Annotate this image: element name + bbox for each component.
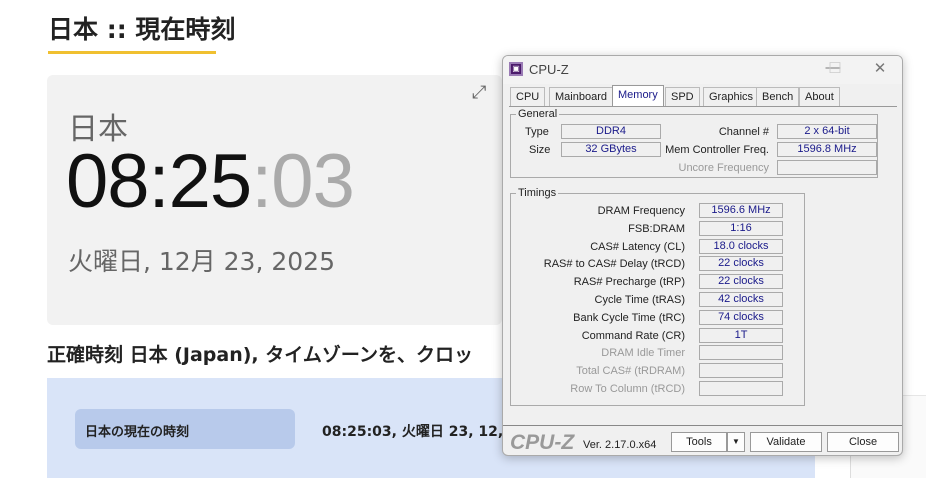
- tab-cpu[interactable]: CPU: [510, 87, 546, 106]
- cpuz-window: ▣ CPU-Z — ☐ ✕ CPU Mainboard Memory SPD Graph…: [502, 55, 903, 456]
- timing-label: Command Rate (CR): [581, 329, 685, 342]
- tab-about[interactable]: About: [799, 87, 840, 106]
- close-window-button[interactable]: ✕: [865, 59, 895, 77]
- page-title: 日本 :: 現在時刻: [48, 15, 236, 44]
- timing-label: Cycle Time (tRAS): [594, 294, 685, 306]
- timing-label: FSB:DRAM: [628, 222, 685, 235]
- clock-date: 火曜日, 12月 23, 2025: [68, 247, 335, 276]
- validate-button[interactable]: Validate: [750, 432, 822, 452]
- size-label: Size: [529, 144, 551, 156]
- timing-value: 22 clocks: [699, 256, 783, 272]
- cpuz-app-icon: ▣: [509, 62, 523, 76]
- timing-value: 1:16: [699, 220, 783, 236]
- tools-button[interactable]: Tools: [671, 432, 727, 452]
- timing-value: [699, 381, 783, 396]
- timings-title: Timings: [516, 187, 559, 199]
- tab-bench[interactable]: Bench: [756, 87, 800, 106]
- uncore-frequency-value: [777, 160, 877, 175]
- time-seconds: :03: [251, 139, 355, 224]
- tab-memory[interactable]: Memory: [612, 85, 664, 107]
- timing-value: 18.0 clocks: [699, 238, 783, 254]
- channel-value: 2 x 64-bit: [777, 124, 877, 139]
- section-heading: 正確時刻 日本 (Japan), タイムゾーンを、クロッ: [47, 344, 473, 366]
- type-value: DDR4: [561, 124, 661, 139]
- timing-label: RAS# Precharge (tRP): [573, 276, 685, 289]
- close-button[interactable]: Close: [827, 432, 899, 452]
- timing-value: 74 clocks: [699, 309, 783, 325]
- uncore-frequency-label: Uncore Frequency: [678, 162, 770, 174]
- tools-dropdown-button[interactable]: ▼: [727, 432, 745, 452]
- timing-value: [699, 345, 783, 361]
- timing-label: DRAM Idle Timer: [601, 347, 685, 360]
- mem-controller-freq-value: 1596.8 MHz: [777, 142, 877, 157]
- timing-label: Total CAS# (tRDRAM): [576, 365, 685, 378]
- clock-time: 08:25:03: [66, 138, 355, 225]
- timing-value: [699, 363, 783, 379]
- channel-label: Channel #: [718, 126, 769, 138]
- size-value: 32 GBytes: [561, 142, 661, 157]
- version-text: Ver. 2.17.0.x64: [583, 439, 657, 451]
- tab-mainboard[interactable]: Mainboard: [549, 87, 613, 106]
- tab-graphics[interactable]: Graphics: [703, 87, 760, 106]
- window-title: CPU-Z: [529, 62, 569, 77]
- current-time-label: 日本の現在の時刻: [75, 409, 295, 449]
- timing-value: 1596.6 MHz: [699, 203, 783, 218]
- mem-controller-freq-label: Mem Controller Freq.: [665, 144, 769, 156]
- general-title: General: [516, 108, 560, 120]
- timing-label: Row To Column (tRCD): [570, 383, 685, 395]
- timing-label: RAS# to CAS# Delay (tRCD): [543, 258, 685, 271]
- timing-label: CAS# Latency (CL): [590, 240, 685, 253]
- timing-label: DRAM Frequency: [597, 205, 685, 217]
- cpuz-logo: CPU-Z: [510, 431, 575, 454]
- type-label: Type: [525, 126, 549, 138]
- tab-divider: [509, 106, 897, 107]
- tab-spd[interactable]: SPD: [665, 87, 700, 106]
- time-hm: 08:25: [66, 139, 252, 224]
- timing-value: 42 clocks: [699, 292, 783, 307]
- title-underline: [48, 51, 216, 54]
- fullscreen-icon[interactable]: ⤢: [472, 82, 486, 103]
- timing-label: Bank Cycle Time (tRC): [573, 311, 685, 324]
- footer-divider: [503, 425, 902, 426]
- current-time-value: 08:25:03, 火曜日 23, 12,: [322, 424, 504, 440]
- maximize-button[interactable]: ☐: [820, 59, 850, 77]
- timing-value: 22 clocks: [699, 274, 783, 290]
- timing-value: 1T: [699, 327, 783, 343]
